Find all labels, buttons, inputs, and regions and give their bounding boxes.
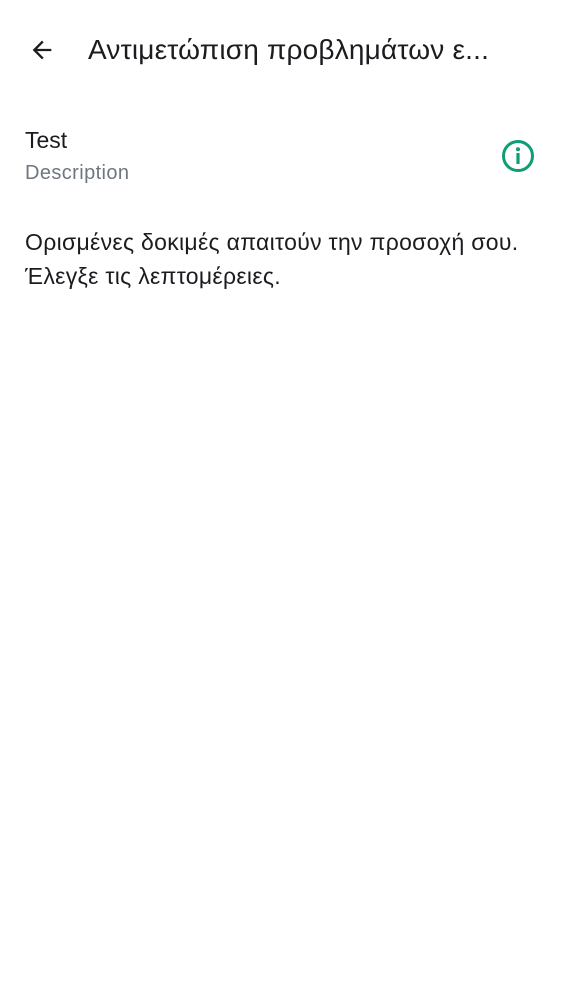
- test-description: Description: [25, 162, 130, 184]
- top-app-bar: Αντιμετώπιση προβλημάτων ε...: [0, 0, 562, 100]
- arrow-back-icon: [28, 36, 56, 64]
- status-message: Ορισμένες δοκιμές απαιτούν την προσοχή σ…: [25, 229, 519, 289]
- info-icon[interactable]: [498, 136, 538, 176]
- back-button[interactable]: [18, 26, 66, 74]
- test-list-item[interactable]: Test Description: [0, 115, 562, 199]
- test-name: Test: [25, 127, 68, 153]
- page-title: Αντιμετώπιση προβλημάτων ε...: [88, 34, 490, 65]
